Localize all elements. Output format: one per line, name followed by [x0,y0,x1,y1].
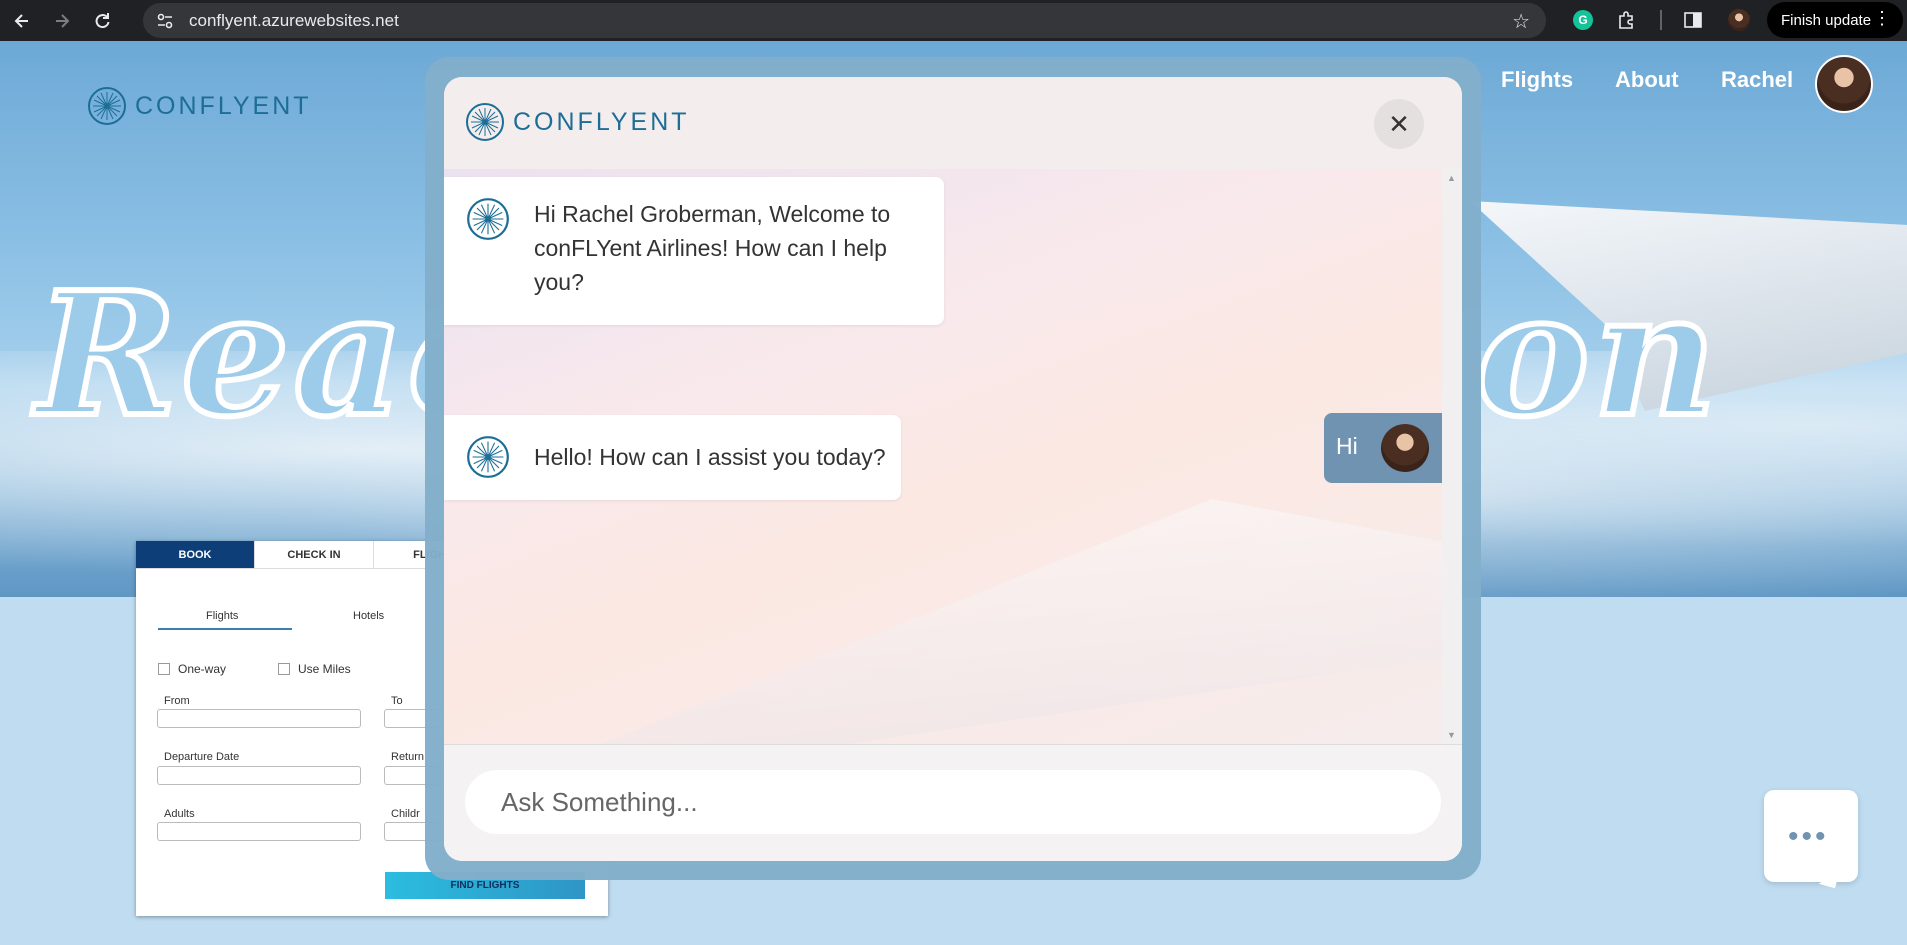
from-input[interactable] [157,709,361,728]
reload-icon[interactable] [84,3,120,39]
nav-about[interactable]: About [1615,67,1679,93]
chat-header: CONFLYENT ✕ [444,77,1462,170]
to-label: To [391,695,403,707]
profile-avatar-icon[interactable] [1727,8,1751,32]
close-chat-button[interactable]: ✕ [1374,99,1424,149]
chat-messages[interactable]: Hi Rachel Groberman, Welcome to conFLYen… [444,169,1442,744]
departure-date-label: Departure Date [164,751,240,763]
checkbox-box[interactable] [158,663,170,675]
bot-message: Hello! How can I assist you today? [444,415,901,500]
tab-book[interactable]: BOOK [136,541,255,568]
forward-icon[interactable] [44,3,80,39]
wing-background-image [564,499,1442,744]
adults-label: Adults [164,808,195,820]
nav-user-name[interactable]: Rachel [1721,67,1793,93]
one-way-label: One-way [178,662,227,676]
bot-avatar-icon [467,436,509,478]
toolbar-divider [1660,10,1662,30]
address-bar[interactable]: conflyent.azurewebsites.net ☆ [143,3,1546,38]
brand-name: CONFLYENT [135,91,312,120]
bot-message: Hi Rachel Groberman, Welcome to conFLYen… [444,177,944,325]
browser-toolbar: conflyent.azurewebsites.net ☆ G Finish u… [0,0,1907,41]
children-label: Childr [391,808,420,820]
bot-message-text: Hello! How can I assist you today? [534,444,886,470]
grammarly-extension-icon[interactable]: G [1571,8,1595,32]
user-message: Hi [1324,413,1442,483]
bot-avatar-icon [467,198,509,240]
side-panel-icon[interactable] [1681,8,1705,32]
chat-logo: CONFLYENT [465,102,690,142]
svg-text:G: G [1578,13,1587,27]
chat-window: CONFLYENT ✕ Hi Rachel Groberman, Welcome… [444,77,1462,861]
hero-title-end: on [1473,252,1721,458]
checkbox-box[interactable] [278,663,290,675]
url-text: conflyent.azurewebsites.net [189,10,399,30]
adults-input[interactable] [157,822,361,841]
page: Reac on CONFLYENT Flights About Rachel B… [0,41,1907,945]
extensions-puzzle-icon[interactable] [1615,8,1639,32]
chat-scrollbar[interactable]: ▲ ▼ [1442,169,1462,744]
chat-launcher-button[interactable]: ••• [1764,790,1858,882]
site-info-icon[interactable] [153,9,177,33]
bookmark-star-icon[interactable]: ☆ [1512,9,1530,34]
nav-flights[interactable]: Flights [1501,67,1573,93]
scroll-up-icon[interactable]: ▲ [1447,173,1456,183]
user-message-text: Hi [1336,433,1358,459]
site-logo[interactable]: CONFLYENT [87,86,312,126]
chat-brand-name: CONFLYENT [513,107,690,136]
scroll-down-icon[interactable]: ▼ [1447,730,1456,740]
user-avatar [1381,424,1429,472]
more-menu-icon[interactable]: ⋮ [1873,9,1891,27]
finish-update-label: Finish update [1781,11,1872,29]
close-icon: ✕ [1388,108,1410,139]
departure-date-input[interactable] [157,766,361,785]
compass-logo-icon [466,103,504,141]
bot-message-text: Hi Rachel Groberman, Welcome to conFLYen… [534,201,891,295]
from-label: From [164,695,190,707]
subtab-flights[interactable]: Flights [206,610,238,622]
ask-something-input[interactable] [465,770,1441,834]
back-icon[interactable] [4,3,40,39]
subtab-underline [158,628,292,630]
typing-dots-icon: ••• [1788,820,1829,853]
chat-input-bar [444,744,1462,861]
use-miles-checkbox[interactable]: Use Miles [278,662,351,676]
compass-logo-icon [88,87,126,125]
return-date-label: Return [391,751,425,763]
user-avatar[interactable] [1815,55,1873,113]
finish-update-button[interactable]: Finish update ⋮ [1767,2,1903,38]
use-miles-label: Use Miles [298,662,351,676]
one-way-checkbox[interactable]: One-way [158,662,226,676]
tab-check-in[interactable]: CHECK IN [255,541,374,568]
subtab-hotels[interactable]: Hotels [353,610,384,622]
